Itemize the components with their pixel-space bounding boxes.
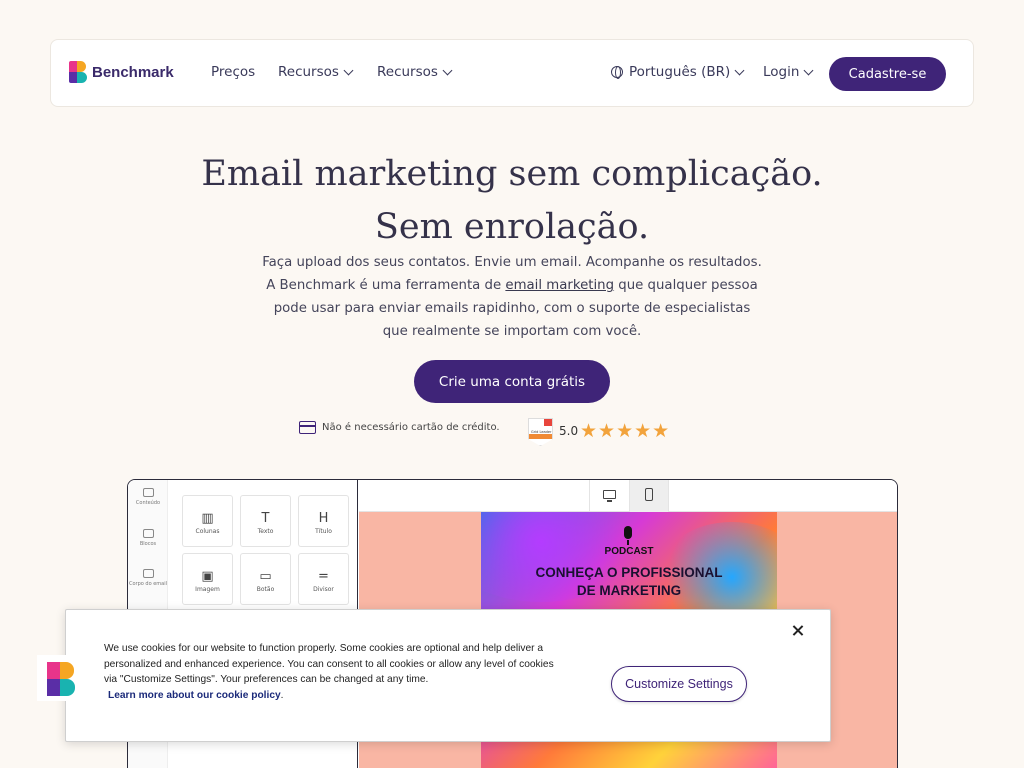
no-credit-card-text: Não é necessário cartão de crédito. bbox=[322, 422, 500, 433]
block-label: Título bbox=[315, 528, 332, 535]
language-selector[interactable]: Português (BR) bbox=[611, 64, 745, 80]
poster-headline: CONHEÇA O PROFISSIONAL DE MARKETING bbox=[481, 564, 777, 600]
layout-icon bbox=[142, 569, 154, 578]
rail-item-content[interactable]: Conteúdo bbox=[128, 488, 168, 506]
nav-dropdown-recursos-2[interactable]: Recursos bbox=[377, 64, 453, 80]
columns-icon: ▥ bbox=[201, 511, 214, 526]
poster-line: CONHEÇA O PROFISSIONAL bbox=[535, 565, 723, 580]
cookie-text: We use cookies for our website to functi… bbox=[104, 643, 554, 685]
top-navbar: Benchmark Preços Recursos Recursos Portu… bbox=[50, 39, 974, 107]
hero-title: Email marketing sem complicação. Sem enr… bbox=[0, 148, 1024, 254]
rating-score: 5.0 bbox=[559, 424, 579, 438]
language-label: Português (BR) bbox=[629, 64, 731, 80]
poster-kicker: PODCAST bbox=[604, 546, 654, 557]
g2-badge-icon: Grid Leader bbox=[528, 418, 553, 446]
no-credit-card-note: Não é necessário cartão de crédito. bbox=[299, 421, 500, 434]
hero-description: Faça upload dos seus contatos. Envie um … bbox=[262, 251, 762, 343]
blocks-icon bbox=[142, 529, 154, 538]
nav-dropdown-recursos[interactable]: Recursos bbox=[278, 64, 354, 80]
rail-item-email-body[interactable]: Corpo do email bbox=[128, 569, 168, 587]
badge-label: Grid Leader bbox=[531, 430, 552, 434]
cookie-link-suffix: . bbox=[280, 689, 284, 701]
chevron-down-icon bbox=[734, 65, 745, 75]
rail-label: Corpo do email bbox=[128, 581, 168, 587]
phone-icon bbox=[645, 488, 653, 501]
block-label: Divisor bbox=[313, 586, 334, 593]
cookie-message: We use cookies for our website to functi… bbox=[104, 641, 554, 703]
nav-link-label: Preços bbox=[211, 64, 256, 80]
block-label: Imagem bbox=[195, 586, 220, 593]
chevron-down-icon bbox=[442, 65, 453, 75]
benchmark-logo-icon bbox=[69, 61, 87, 83]
block-title[interactable]: H Título bbox=[298, 495, 349, 547]
nav-link-label: Recursos bbox=[278, 64, 339, 80]
image-icon: ▣ bbox=[201, 569, 214, 584]
nav-link-label: Recursos bbox=[377, 64, 438, 80]
brand-name: Benchmark bbox=[92, 63, 174, 81]
star-rating-icon: ★★★★★ bbox=[580, 420, 671, 442]
poster-line: DE MARKETING bbox=[576, 583, 682, 598]
block-image[interactable]: ▣ Imagem bbox=[182, 553, 233, 605]
block-label: Colunas bbox=[195, 528, 220, 535]
chevron-down-icon bbox=[803, 65, 814, 75]
mobile-view-button[interactable] bbox=[629, 480, 669, 512]
brand-logo[interactable]: Benchmark bbox=[69, 61, 174, 83]
close-icon[interactable] bbox=[790, 623, 806, 639]
signup-button[interactable]: Cadastre-se bbox=[829, 57, 946, 91]
hero-title-line-1: Email marketing sem complicação. bbox=[201, 154, 823, 194]
rail-label: Blocos bbox=[139, 541, 157, 547]
cookie-banner: We use cookies for our website to functi… bbox=[65, 609, 831, 742]
shapes-icon bbox=[142, 488, 154, 497]
block-divider[interactable]: = Divisor bbox=[298, 553, 349, 605]
benchmark-logo-icon bbox=[47, 662, 75, 697]
monitor-icon bbox=[603, 490, 616, 502]
customize-settings-button[interactable]: Customize Settings bbox=[611, 666, 747, 702]
heading-icon: H bbox=[318, 511, 329, 526]
rail-label: Conteúdo bbox=[135, 500, 161, 506]
hero-title-line-2: Sem enrolação. bbox=[374, 207, 650, 247]
login-label: Login bbox=[763, 64, 800, 80]
cookie-policy-link[interactable]: Learn more about our cookie policy bbox=[108, 690, 281, 701]
globe-icon bbox=[611, 66, 623, 79]
nav-link-precos[interactable]: Preços bbox=[211, 64, 255, 80]
block-button[interactable]: ▭ Botão bbox=[240, 553, 291, 605]
login-dropdown[interactable]: Login bbox=[763, 64, 814, 80]
divider-icon: = bbox=[318, 569, 329, 584]
email-marketing-link[interactable]: email marketing bbox=[505, 278, 614, 293]
rail-item-blocks[interactable]: Blocos bbox=[128, 529, 168, 547]
button-icon: ▭ bbox=[259, 569, 272, 584]
block-columns[interactable]: ▥ Colunas bbox=[182, 495, 233, 547]
block-label: Botão bbox=[256, 586, 275, 593]
desktop-view-button[interactable] bbox=[589, 480, 629, 512]
block-label: Texto bbox=[257, 528, 274, 535]
chevron-down-icon bbox=[343, 65, 354, 75]
credit-card-icon bbox=[299, 421, 316, 434]
microphone-icon bbox=[624, 526, 632, 545]
cookie-banner-logo bbox=[37, 655, 77, 701]
editor-toolbar bbox=[359, 480, 897, 512]
block-text[interactable]: T Texto bbox=[240, 495, 291, 547]
create-free-account-button[interactable]: Crie uma conta grátis bbox=[414, 360, 610, 403]
text-icon: T bbox=[261, 511, 270, 526]
